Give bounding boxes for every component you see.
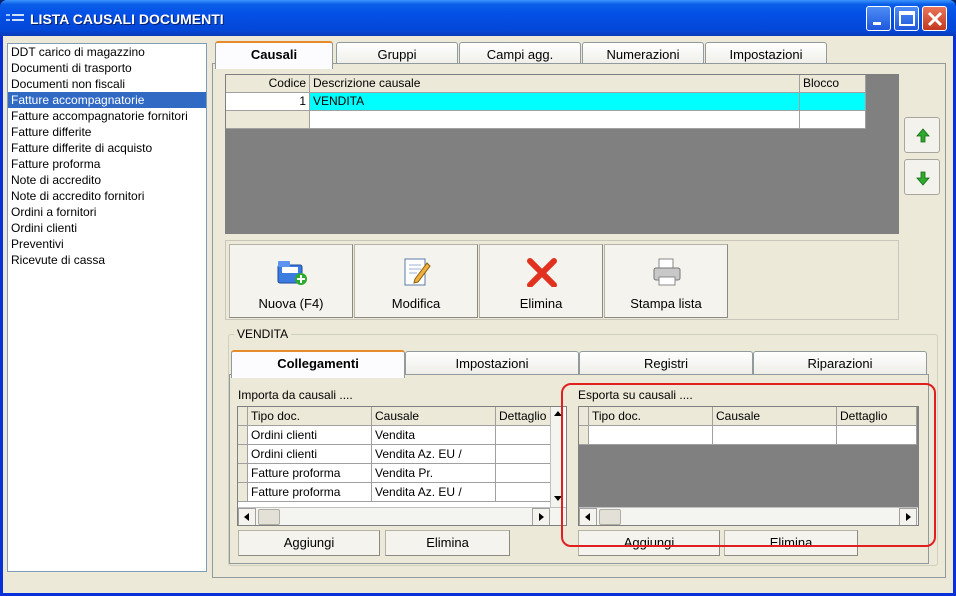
import-grid-header: Tipo doc. Causale Dettaglio — [238, 407, 556, 426]
new-folder-icon — [277, 261, 307, 285]
list-item[interactable]: Documenti di trasporto — [8, 60, 206, 76]
cell-empty — [800, 111, 866, 129]
tab-causali[interactable]: Causali — [215, 41, 333, 69]
delete-button[interactable]: Elimina — [479, 244, 603, 318]
close-button[interactable] — [922, 6, 947, 31]
import-delete-button[interactable]: Elimina — [385, 530, 510, 556]
cell-causale: Vendita — [372, 426, 496, 445]
new-button-label: Nuova (F4) — [258, 296, 324, 311]
list-item[interactable]: Fatture proforma — [8, 156, 206, 172]
cell-causale: Vendita Pr. — [372, 464, 496, 483]
causali-grid-header: Codice Descrizione causale Blocco — [226, 75, 866, 93]
list-item[interactable]: Note di accredito — [8, 172, 206, 188]
list-item[interactable]: Note di accredito fornitori — [8, 188, 206, 204]
move-up-button[interactable] — [904, 117, 940, 153]
document-type-list[interactable]: DDT carico di magazzino Documenti di tras… — [7, 43, 207, 572]
cell-dettaglio — [496, 464, 556, 483]
scroll-left-button[interactable] — [238, 508, 256, 525]
edit-button[interactable]: Modifica — [354, 244, 478, 318]
list-item[interactable]: Fatture differite di acquisto — [8, 140, 206, 156]
annotation-highlight — [561, 383, 936, 547]
list-item[interactable]: DDT carico di magazzino — [8, 44, 206, 60]
list-item[interactable]: Documenti non fiscali — [8, 76, 206, 92]
group-label: VENDITA — [234, 327, 292, 341]
list-item[interactable]: Fatture accompagnatorie — [8, 92, 206, 108]
print-list-button[interactable]: Stampa lista — [604, 244, 728, 318]
print-list-button-label: Stampa lista — [630, 296, 702, 311]
import-grid[interactable]: Tipo doc. Causale Dettaglio Ordini clien… — [237, 406, 567, 526]
edit-document-icon — [404, 258, 431, 286]
list-item[interactable]: Fatture accompagnatorie fornitori — [8, 108, 206, 124]
arrow-down-icon — [916, 171, 930, 186]
header-tipo-doc: Tipo doc. — [248, 407, 372, 426]
import-horizontal-scrollbar[interactable] — [238, 507, 566, 525]
cell-dettaglio — [496, 426, 556, 445]
title-bar[interactable]: LISTA CAUSALI DOCUMENTI — [0, 0, 956, 36]
row-selector[interactable] — [238, 426, 248, 445]
import-label: Importa da causali .... — [238, 388, 353, 402]
list-item[interactable]: Ricevute di cassa — [8, 252, 206, 268]
tab-collegamenti[interactable]: Collegamenti — [231, 350, 405, 378]
table-row-new[interactable] — [226, 111, 866, 129]
list-item[interactable]: Preventivi — [8, 236, 206, 252]
printer-icon — [653, 258, 681, 286]
cell-dettaglio — [496, 445, 556, 464]
cell-tipo-doc: Fatture proforma — [248, 464, 372, 483]
list-item[interactable]: Fatture differite — [8, 124, 206, 140]
header-codice: Codice — [226, 75, 310, 93]
arrow-left-icon — [244, 513, 249, 521]
table-row[interactable]: Ordini clienti Vendita — [238, 426, 556, 445]
close-icon — [927, 11, 943, 27]
cell-empty — [226, 111, 310, 129]
cell-tipo-doc: Ordini clienti — [248, 426, 372, 445]
table-row[interactable]: Ordini clienti Vendita Az. EU / — [238, 445, 556, 464]
header-dettaglio: Dettaglio — [496, 407, 556, 426]
new-button[interactable]: Nuova (F4) — [229, 244, 353, 318]
minimize-button[interactable] — [866, 6, 891, 31]
cell-codice: 1 — [226, 93, 310, 111]
cell-blocco — [800, 93, 866, 111]
list-item[interactable]: Ordini a fornitori — [8, 204, 206, 220]
minimize-icon — [873, 22, 881, 25]
import-add-button[interactable]: Aggiungi — [238, 530, 380, 556]
header-descrizione: Descrizione causale — [310, 75, 800, 93]
header-causale: Causale — [372, 407, 496, 426]
causali-grid[interactable]: Codice Descrizione causale Blocco 1 VEND… — [225, 74, 899, 234]
cell-tipo-doc: Ordini clienti — [248, 445, 372, 464]
edit-button-label: Modifica — [391, 296, 441, 311]
header-blocco: Blocco — [800, 75, 866, 93]
scroll-right-button[interactable] — [532, 508, 550, 525]
scroll-thumb[interactable] — [258, 509, 280, 525]
cell-tipo-doc: Fatture proforma — [248, 483, 372, 502]
list-icon — [6, 14, 24, 21]
cell-dettaglio — [496, 483, 556, 502]
arrow-up-icon — [916, 128, 930, 143]
table-row[interactable]: Fatture proforma Vendita Az. EU / — [238, 483, 556, 502]
maximize-button[interactable] — [894, 6, 919, 31]
move-down-button[interactable] — [904, 159, 940, 195]
maximize-icon — [899, 11, 915, 26]
window-title: LISTA CAUSALI DOCUMENTI — [30, 11, 224, 27]
cell-empty — [310, 111, 800, 129]
arrow-right-icon — [539, 513, 544, 521]
table-row[interactable]: 1 VENDITA — [226, 93, 866, 111]
delete-x-icon — [527, 258, 557, 287]
cell-causale: Vendita Az. EU / — [372, 483, 496, 502]
cell-causale: Vendita Az. EU / — [372, 445, 496, 464]
table-row[interactable]: Fatture proforma Vendita Pr. — [238, 464, 556, 483]
row-selector[interactable] — [238, 483, 248, 502]
row-selector[interactable] — [238, 445, 248, 464]
row-selector[interactable] — [238, 464, 248, 483]
list-item[interactable]: Ordini clienti — [8, 220, 206, 236]
row-selector — [238, 407, 248, 426]
delete-button-label: Elimina — [519, 296, 563, 311]
cell-descrizione: VENDITA — [310, 93, 800, 111]
